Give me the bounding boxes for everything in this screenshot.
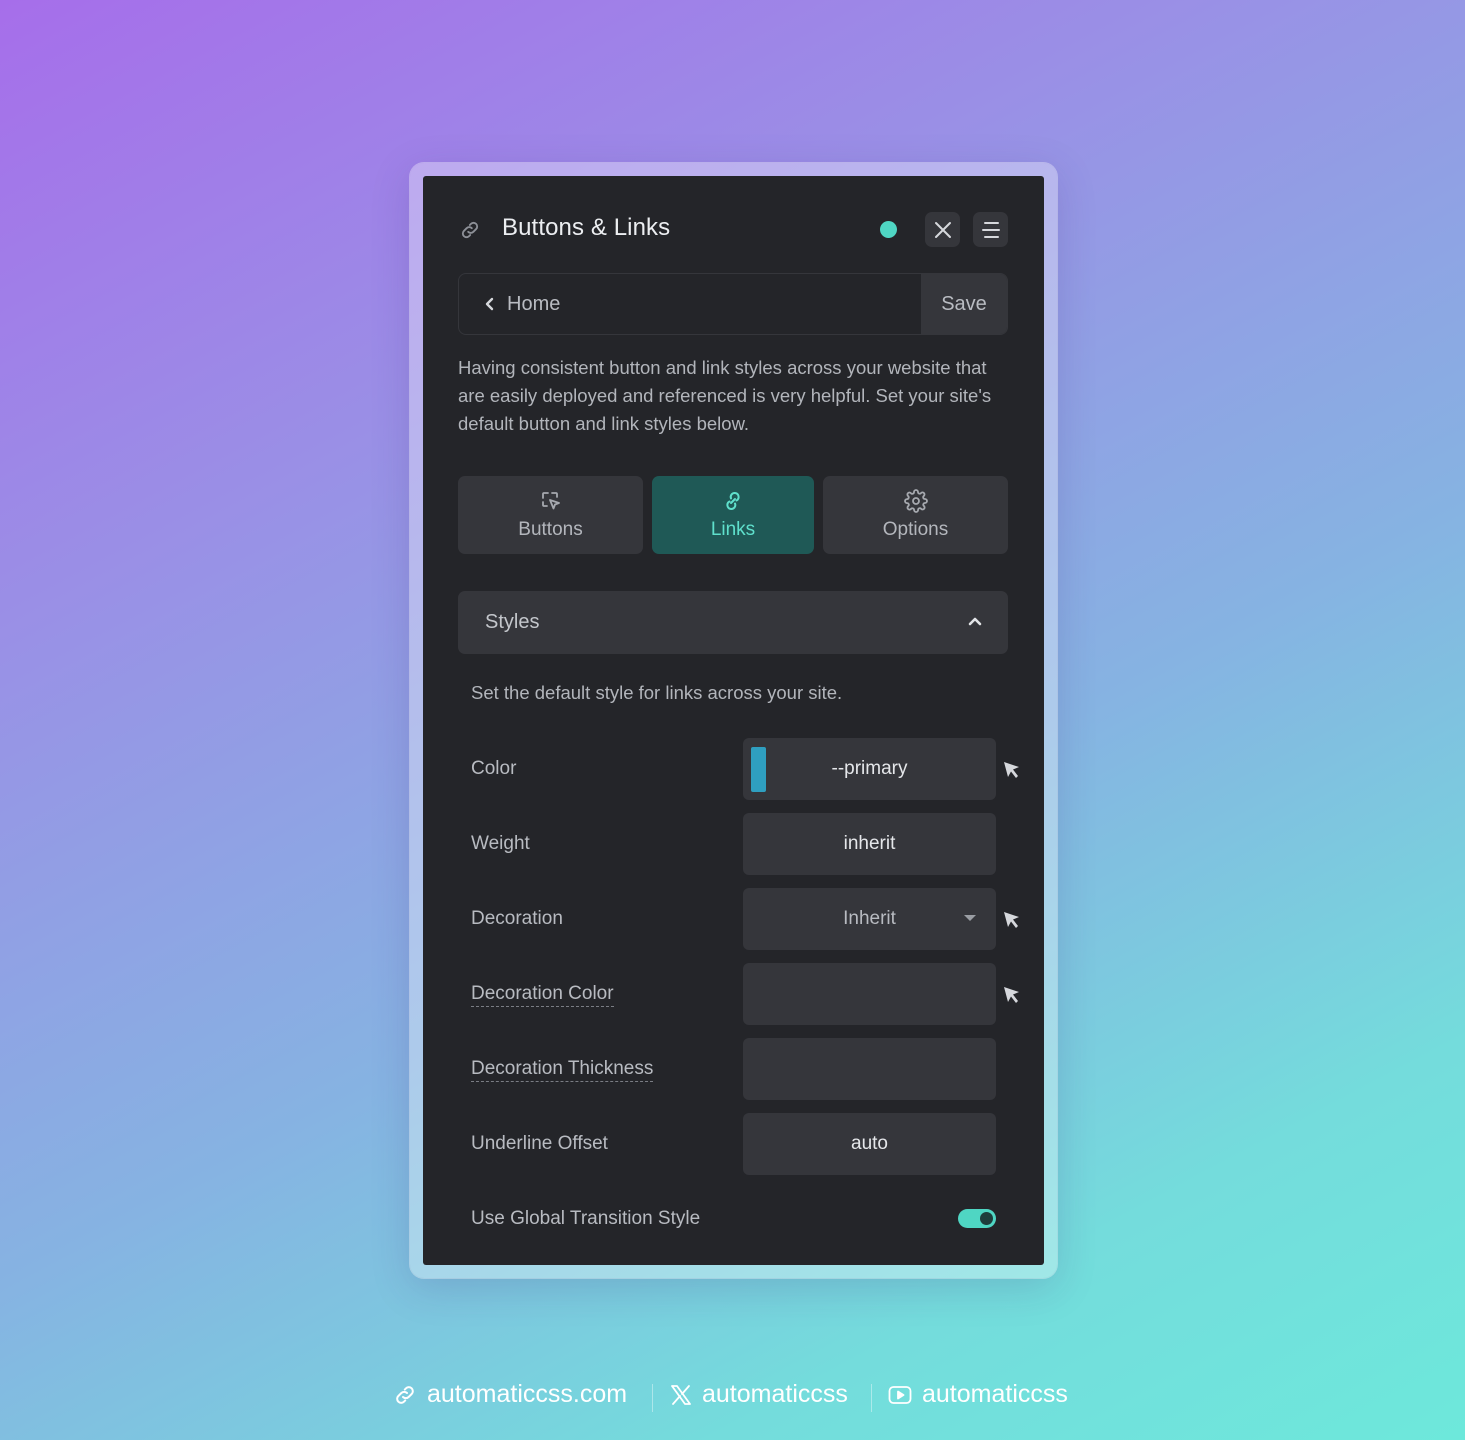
underline-offset-label: Underline Offset [471,1133,608,1154]
pointer-select-icon [541,492,560,510]
footer-youtube-link[interactable]: automaticcss [888,1380,1068,1409]
styles-description: Set the default style for links across y… [471,682,843,703]
underline-offset-field[interactable]: auto [743,1113,996,1175]
decoration-thickness-field[interactable] [743,1038,996,1100]
chevron-up-icon [968,617,982,626]
gear-icon [903,489,928,513]
color-swatch[interactable] [751,747,766,792]
breadcrumb-bar: Home Save [458,273,1008,335]
chevron-left-icon [485,297,494,311]
footer-x-text: automaticcss [702,1380,848,1408]
footer-youtube-text: automaticcss [922,1380,1068,1408]
panel-title: Buttons & Links [502,214,671,241]
save-button[interactable]: Save [921,274,1007,334]
footer-divider [652,1384,653,1412]
decoration-label: Decoration [471,908,563,929]
decoration-thickness-label: Decoration Thickness [471,1058,654,1082]
youtube-icon [888,1385,912,1404]
caret-down-icon [964,915,976,921]
section-tabs: Buttons Links Options [458,476,1008,554]
decoration-thickness-label-text: Decoration Thickness [471,1058,654,1082]
panel-header: Buttons & Links [423,176,1044,282]
link-chain-icon [726,492,740,510]
tab-links[interactable]: Links [652,476,814,554]
global-transition-label: Use Global Transition Style [471,1208,701,1229]
footer-website-text: automaticcss.com [427,1380,628,1408]
cursor-picker-icon[interactable] [1002,985,1022,1005]
color-label: Color [471,758,517,779]
tab-options-label: Options [882,519,949,540]
styles-accordion-title: Styles [485,611,540,633]
footer-x-link[interactable]: automaticcss [670,1380,848,1409]
intro-text: Having consistent button and link styles… [458,357,992,434]
decoration-color-label-text: Decoration Color [471,983,614,1007]
color-field[interactable]: --primary [743,738,996,800]
link-icon [461,221,479,239]
cursor-picker-icon[interactable] [1002,760,1022,780]
tab-buttons[interactable]: Buttons [458,476,643,554]
decoration-value: Inherit [843,908,896,929]
footer-links: automaticcss.com automaticcss automaticc… [0,1380,1465,1416]
weight-field[interactable]: inherit [743,813,996,875]
status-indicator [880,221,897,238]
toggle-knob [980,1212,993,1225]
back-home-label: Home [507,292,561,315]
weight-label: Weight [471,833,530,854]
global-transition-toggle[interactable] [958,1209,996,1228]
close-button[interactable] [925,212,960,247]
link-icon [396,1385,414,1404]
menu-button[interactable] [973,212,1008,247]
close-icon [934,221,951,238]
decoration-select[interactable]: Inherit [743,888,996,950]
styles-accordion-header[interactable]: Styles [458,591,1008,654]
menu-icon [981,221,1000,238]
cursor-picker-icon[interactable] [1002,910,1022,930]
color-value: --primary [831,758,908,779]
tab-links-label: Links [710,519,756,540]
footer-divider [871,1384,872,1412]
buttons-links-panel: Buttons & Links Home Save Having consist… [423,176,1044,1265]
x-logo-icon [671,1384,691,1405]
tab-options[interactable]: Options [823,476,1008,554]
footer-website-link[interactable]: automaticcss.com [393,1380,627,1409]
decoration-color-label: Decoration Color [471,983,614,1007]
back-home-button[interactable]: Home [459,274,922,334]
decoration-color-field[interactable] [743,963,996,1025]
tab-buttons-label: Buttons [518,519,583,540]
